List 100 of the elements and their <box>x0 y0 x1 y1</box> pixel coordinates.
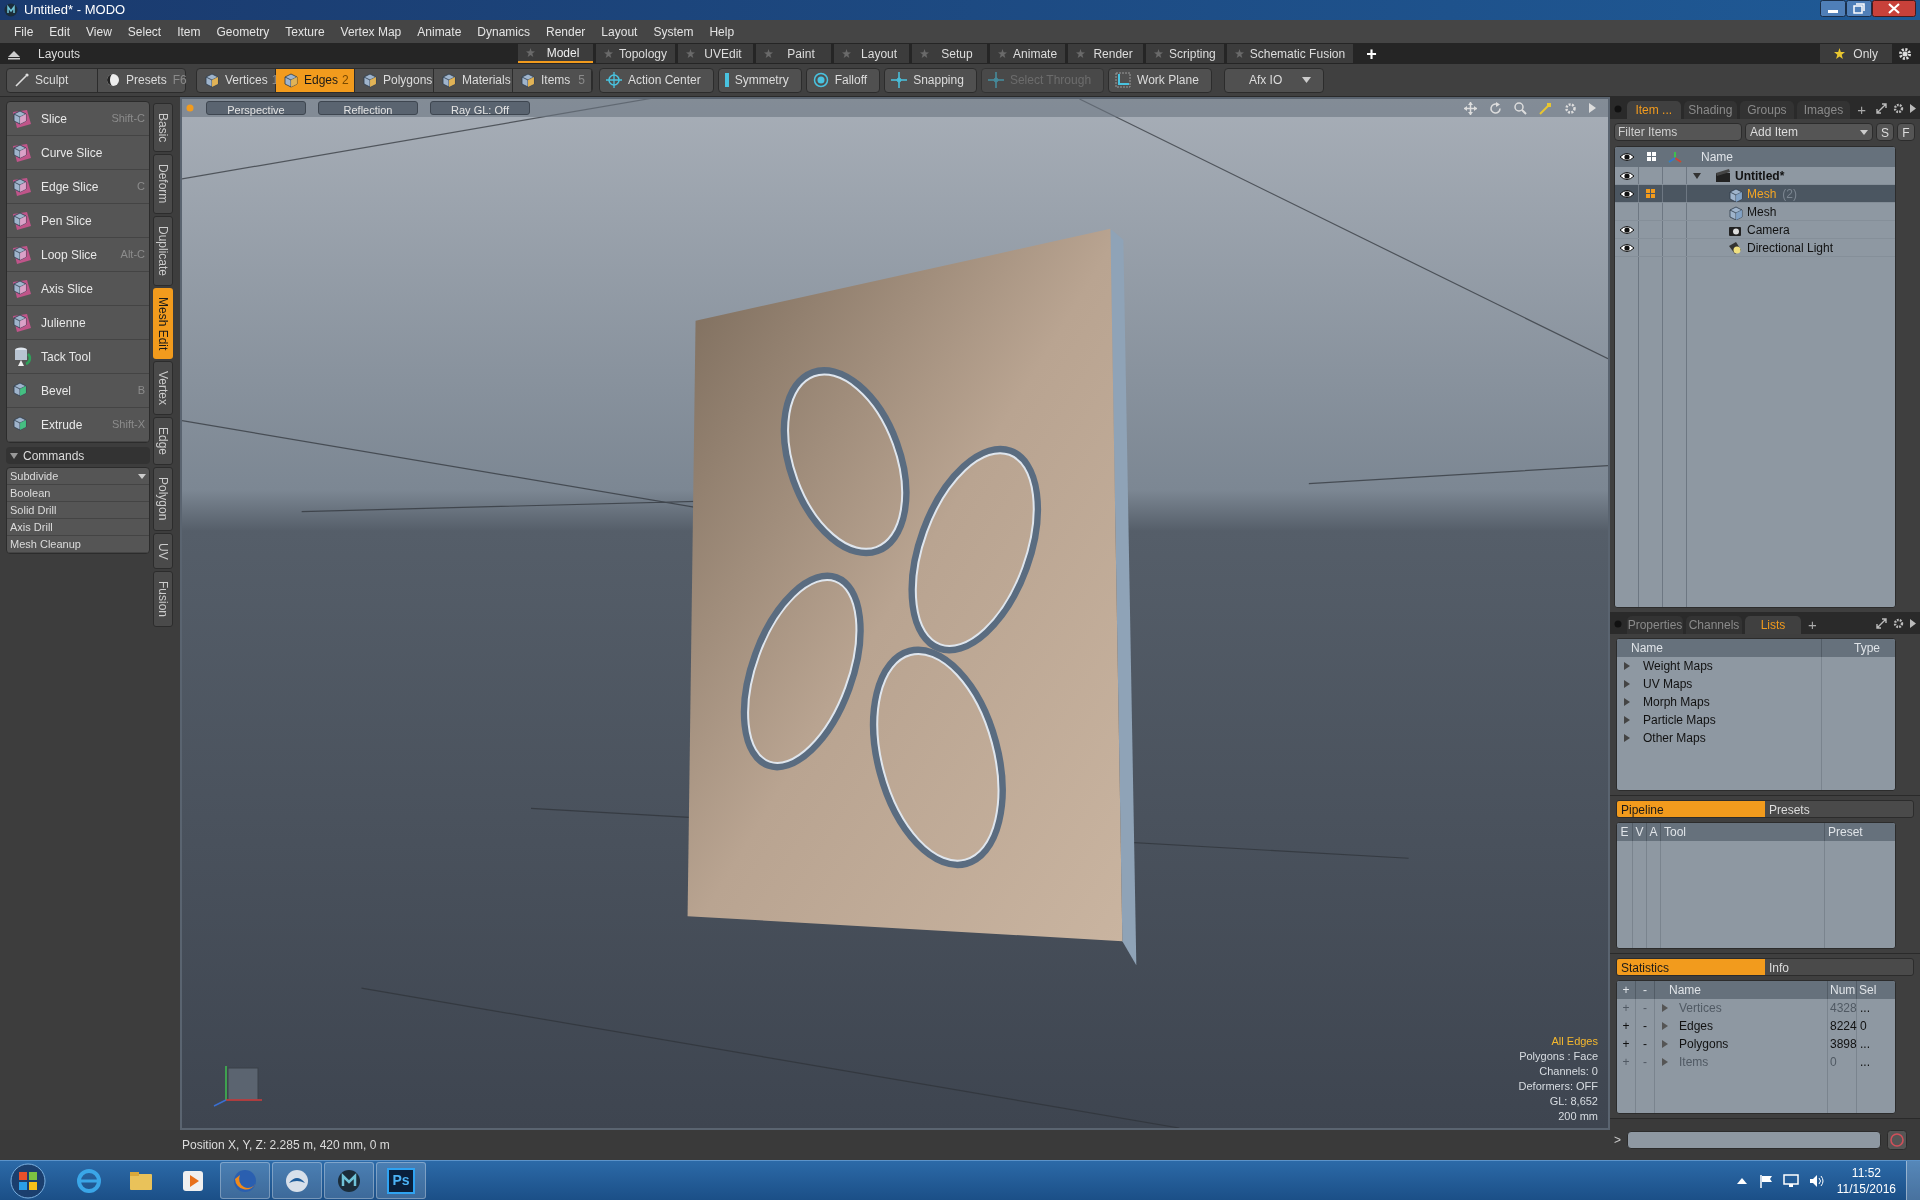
panel-tab[interactable]: Channels <box>1686 616 1742 634</box>
menu-item[interactable]: System <box>647 22 700 41</box>
toolbar-button[interactable]: Falloff <box>805 67 881 93</box>
afx-dropdown[interactable]: Afx IO <box>1223 67 1324 93</box>
panel-tab[interactable]: Groups <box>1740 101 1794 119</box>
taskbar-button[interactable] <box>272 1162 322 1199</box>
menu-item[interactable]: Geometry <box>210 22 276 41</box>
layout-tab[interactable]: Schematic Fusion <box>1226 44 1354 63</box>
layout-tab[interactable]: Animate <box>990 44 1066 63</box>
panel-tab[interactable]: Shading <box>1683 101 1738 119</box>
toolbar-button[interactable]: Snapping <box>884 67 977 93</box>
taskbar-button[interactable] <box>324 1162 374 1199</box>
tree-item[interactable]: Camera <box>1687 221 1790 238</box>
sculpt-button[interactable]: Sculpt <box>7 68 97 92</box>
layout-tab[interactable]: Setup <box>912 44 988 63</box>
taskbar-button[interactable]: Ps <box>376 1162 426 1199</box>
side-tab[interactable]: Vertex <box>153 361 173 416</box>
panel-tab[interactable]: Presets <box>1765 801 1913 817</box>
tool-button[interactable]: Pen Slice <box>7 204 149 238</box>
menu-item[interactable]: Layout <box>595 22 644 41</box>
tool-button[interactable]: Julienne <box>7 306 149 340</box>
panel-tab[interactable]: Properties <box>1627 616 1683 634</box>
menu-item[interactable]: Dynamics <box>471 22 536 41</box>
menu-item[interactable]: Vertex Map <box>334 22 408 41</box>
remove-button[interactable]: - <box>1636 1017 1655 1035</box>
side-tab[interactable]: Basic <box>153 103 173 153</box>
command-item[interactable]: Boolean <box>7 485 149 502</box>
side-tab[interactable]: Deform <box>153 154 173 214</box>
command-dropdown[interactable]: Subdivide <box>7 468 149 485</box>
menu-item[interactable]: Help <box>703 22 741 41</box>
side-tab[interactable]: Duplicate <box>153 215 173 286</box>
add-layout-button[interactable]: + <box>1366 44 1377 63</box>
tool-button[interactable]: Curve Slice <box>7 136 149 170</box>
list-item[interactable]: Weight Maps <box>1617 657 1822 675</box>
tree-item[interactable]: Directional Light <box>1687 239 1834 256</box>
menu-item[interactable]: Texture <box>279 22 331 41</box>
panel-tab[interactable]: Images <box>1796 101 1851 119</box>
tool-button[interactable]: Axis Slice <box>7 272 149 306</box>
layout-tab[interactable]: Scripting <box>1146 44 1224 63</box>
menu-item[interactable]: Render <box>540 22 592 41</box>
layout-tab[interactable]: Layout <box>834 44 910 63</box>
filter-field[interactable]: Filter Items <box>1614 123 1742 141</box>
panel-tab[interactable]: Item ... <box>1627 101 1681 119</box>
side-tab[interactable]: Fusion <box>153 571 173 628</box>
selection-mode-button[interactable]: Items 5 <box>513 68 592 92</box>
toolbar-button[interactable]: Symmetry <box>717 67 802 93</box>
only-button[interactable]: Only <box>1820 44 1892 63</box>
list-item[interactable]: Morph Maps <box>1617 693 1822 711</box>
column-header: E <box>1617 823 1633 841</box>
viewport-button[interactable]: Reflection <box>318 101 418 115</box>
list-item[interactable]: Particle Maps <box>1617 711 1822 729</box>
side-tab[interactable]: UV <box>153 532 173 570</box>
side-tab[interactable]: Mesh Edit <box>153 287 173 360</box>
panel-button[interactable]: F <box>1897 123 1915 141</box>
panel-tab[interactable]: Info <box>1765 959 1913 975</box>
menu-item[interactable]: Edit <box>43 22 77 41</box>
add-item-dropdown[interactable]: Add Item <box>1745 123 1873 141</box>
menu-item[interactable]: File <box>8 22 40 41</box>
panel-tab[interactable]: Lists <box>1745 616 1801 634</box>
layout-tab[interactable]: Paint <box>756 44 832 63</box>
layout-tab[interactable]: UVEdit <box>678 44 754 63</box>
side-tab[interactable]: Edge <box>153 417 173 466</box>
command-item[interactable]: Solid Drill <box>7 502 149 519</box>
add-button[interactable]: + <box>1617 1035 1636 1053</box>
selection-mode-button[interactable]: Edges 2 <box>276 68 355 92</box>
tree-item[interactable]: Untitled* <box>1687 167 1785 184</box>
menu-item[interactable]: Animate <box>411 22 468 41</box>
command-field[interactable] <box>1627 1130 1881 1149</box>
menu-item[interactable]: View <box>80 22 118 41</box>
side-tab[interactable]: Polygon <box>153 467 173 531</box>
menu-item[interactable]: Select <box>121 22 168 41</box>
command-item[interactable]: Axis Drill <box>7 519 149 536</box>
layout-tab[interactable]: Render <box>1068 44 1144 63</box>
add-tab-button[interactable]: + <box>1853 101 1870 119</box>
add-tab-button[interactable]: + <box>1804 616 1821 634</box>
remove-button[interactable]: - <box>1636 1035 1655 1053</box>
selection-mode-button[interactable]: Polygons <box>355 68 434 92</box>
panel-tab[interactable]: Statistics <box>1617 959 1765 975</box>
layout-tab[interactable]: Model <box>518 44 593 63</box>
add-button[interactable]: + <box>1617 1017 1636 1035</box>
viewport-button[interactable]: Perspective <box>206 101 306 115</box>
menu-item[interactable]: Item <box>171 22 207 41</box>
panel-tab[interactable]: Pipeline <box>1617 801 1765 817</box>
layout-tab[interactable]: Topology <box>596 44 676 63</box>
toolbar-button[interactable]: Action Center <box>599 67 714 93</box>
panel-dot-icon <box>1614 620 1622 628</box>
section-header[interactable]: Commands <box>6 447 150 464</box>
window-title: Untitled* - MODO <box>24 1 126 20</box>
toolbar-button[interactable]: Work Plane <box>1108 67 1212 93</box>
tree-item[interactable]: Mesh <box>1687 203 1777 220</box>
command-item[interactable]: Mesh Cleanup <box>7 536 149 553</box>
selection-mode-button[interactable]: Materials <box>434 68 513 92</box>
flag-icon <box>1758 1173 1773 1188</box>
viewport-button[interactable]: Ray GL: Off <box>430 101 530 115</box>
tool-button[interactable]: Tack Tool <box>7 340 149 374</box>
panel-button[interactable]: S <box>1876 123 1894 141</box>
list-item[interactable]: Other Maps <box>1617 729 1822 747</box>
column-header: - <box>1636 981 1655 999</box>
list-item[interactable]: UV Maps <box>1617 675 1822 693</box>
presets-button[interactable]: Presets F6 <box>97 68 185 92</box>
